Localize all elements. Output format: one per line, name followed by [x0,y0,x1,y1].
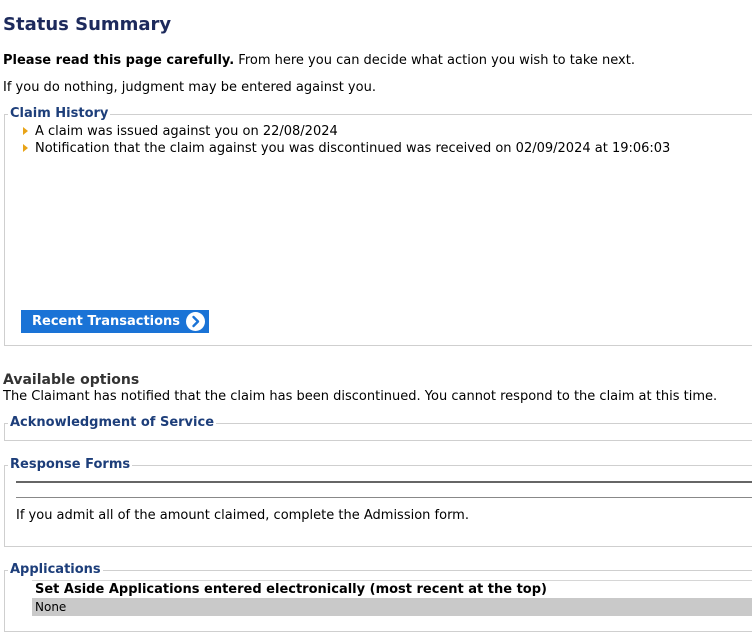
intro-bold: Please read this page carefully. [3,53,235,68]
acknowledgment-legend: Acknowledgment of Service [8,415,217,430]
history-item-text: Notification that the claim against you … [35,141,671,156]
claim-history-legend: Claim History [8,106,111,121]
recent-transactions-button[interactable]: Recent Transactions [21,310,209,333]
history-item: Notification that the claim against you … [23,141,670,156]
applications-table-header: Set Aside Applications entered electroni… [32,580,752,599]
claim-history-panel: Claim History A claim was issued against… [4,106,752,346]
divider [16,481,752,483]
acknowledgment-panel: Acknowledgment of Service [4,415,752,441]
history-item: A claim was issued against you on 22/08/… [23,124,338,139]
available-options-heading: Available options [3,372,140,388]
history-item-text: A claim was issued against you on 22/08/… [35,124,338,139]
intro-rest: From here you can decide what action you… [234,53,635,68]
response-forms-panel: Response Forms If you admit all of the a… [4,457,752,547]
response-forms-legend: Response Forms [8,457,133,472]
divider [16,497,752,498]
recent-transactions-label: Recent Transactions [32,314,181,329]
options-message: The Claimant has notified that the claim… [3,389,718,404]
applications-legend: Applications [8,562,103,577]
page-title: Status Summary [3,14,172,35]
response-forms-text: If you admit all of the amount claimed, … [16,508,469,523]
triangle-right-icon [23,127,28,135]
warning-text: If you do nothing, judgment may be enter… [3,80,376,95]
applications-panel: Applications Set Aside Applications ente… [4,562,752,632]
table-row: None [32,598,752,616]
intro-text: Please read this page carefully. From he… [3,53,635,68]
triangle-right-icon [23,144,28,152]
chevron-right-circle-icon [186,312,205,331]
